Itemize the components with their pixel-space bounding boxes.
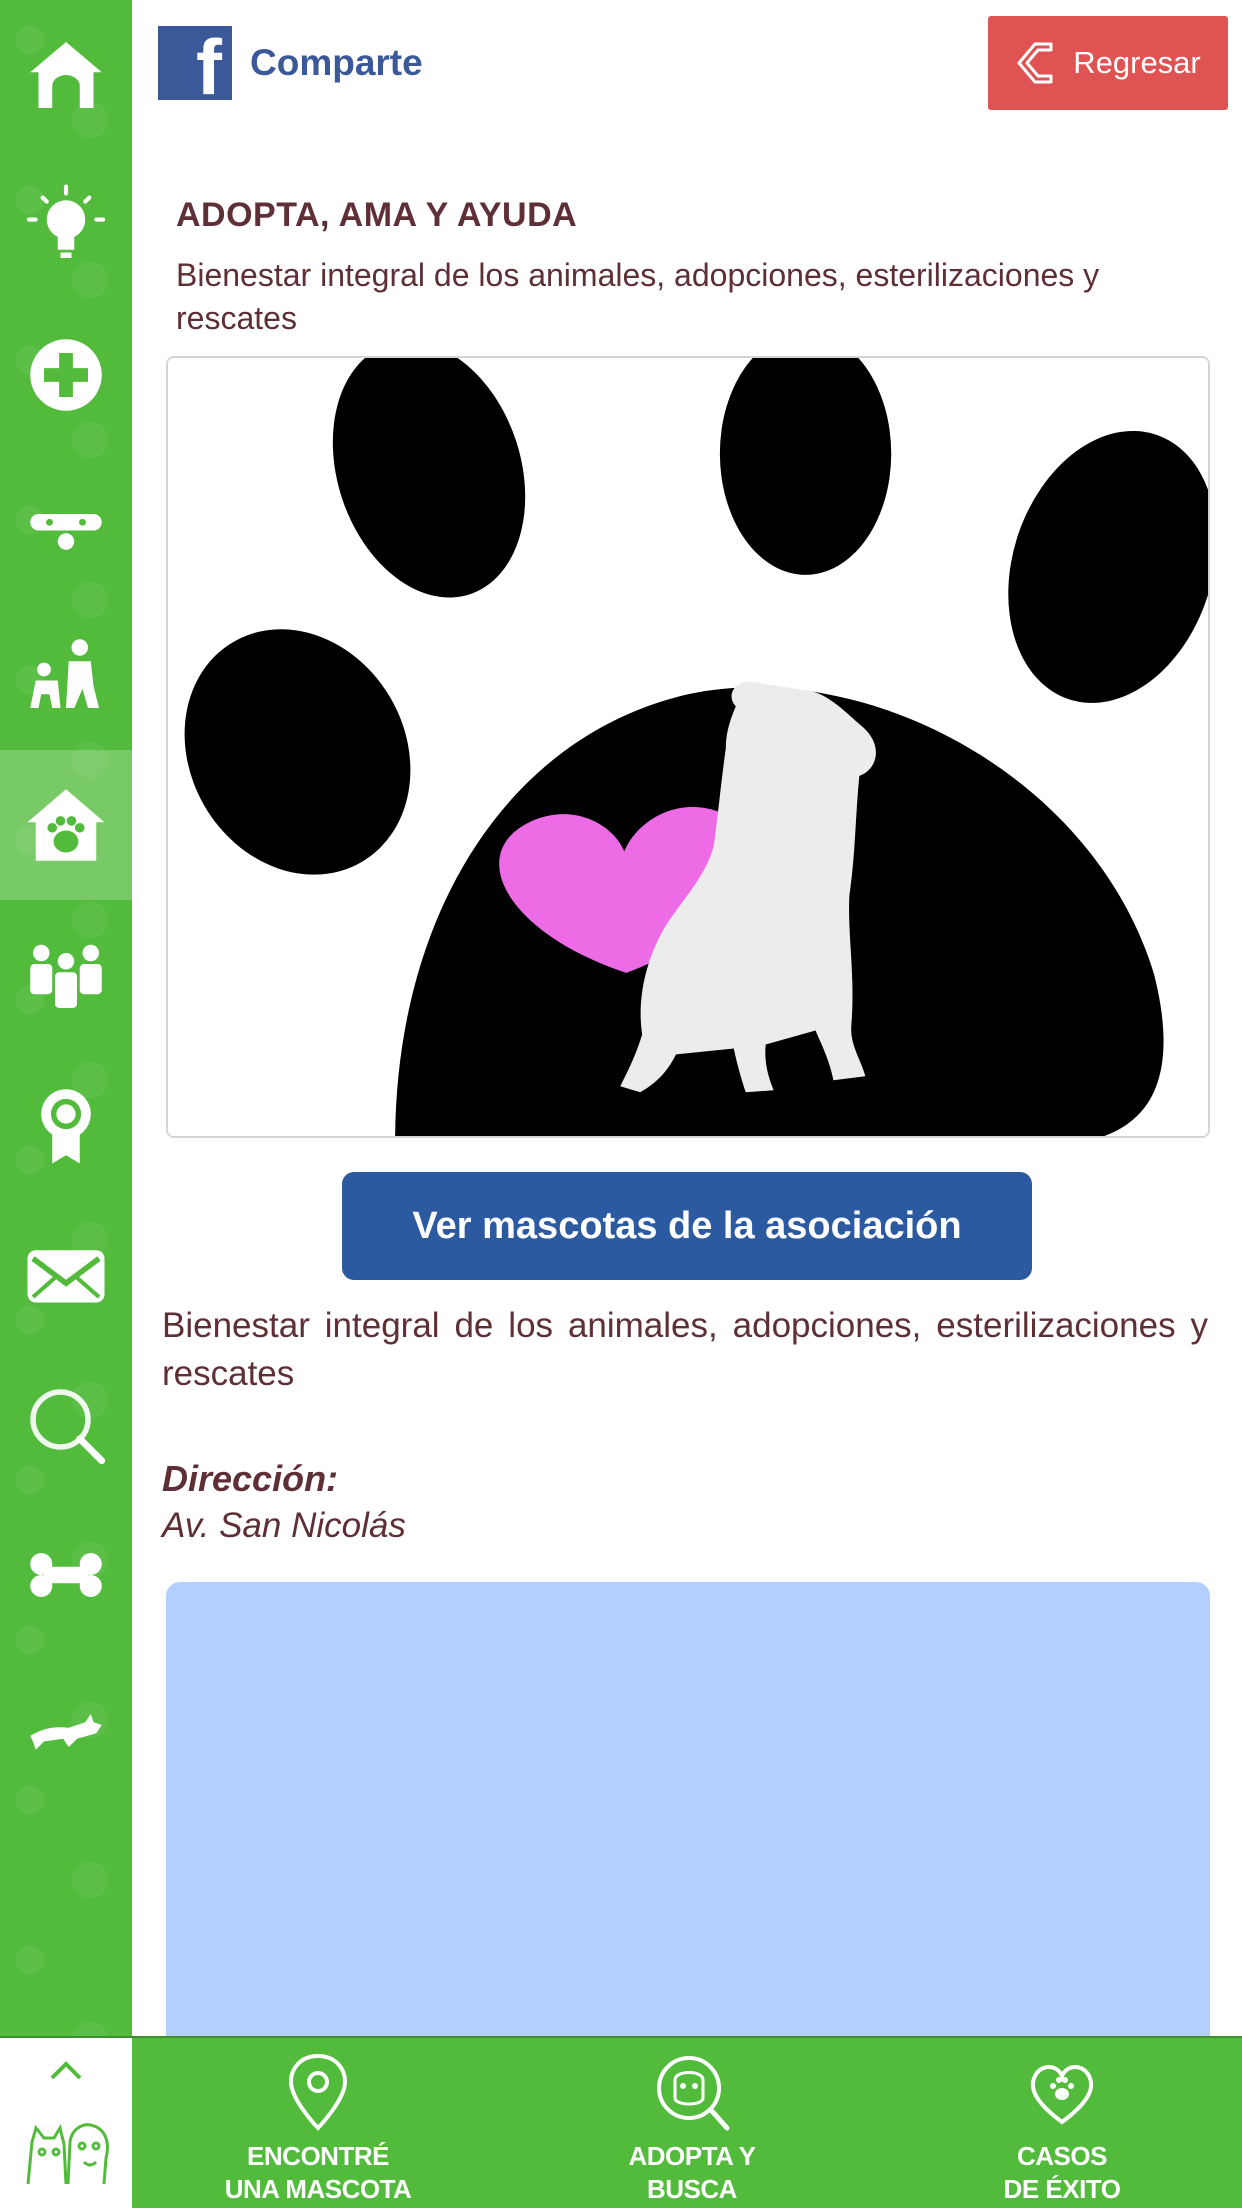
heart-paw-icon <box>1030 2065 1094 2125</box>
address-value: Av. San Nicolás <box>162 1506 406 1545</box>
association-logo-image <box>166 356 1210 1138</box>
association-description: Bienestar integral de los animales, adop… <box>162 1306 1208 1393</box>
bottom-nav-found-pet[interactable]: ENCONTRÉ UNA MASCOTA <box>178 2052 458 2206</box>
share-label: Comparte <box>250 42 423 83</box>
bottom-nav-adopt-label: ADOPTA Y BUSCA <box>628 2141 756 2204</box>
sidebar <box>0 0 132 2036</box>
facebook-icon: f <box>158 26 232 106</box>
association-title: ADOPTA, AMA Y AYUDA <box>176 196 578 234</box>
bottom-nav-success-label: CASOS DE ÉXITO <box>1003 2141 1121 2204</box>
sidebar-item-health[interactable] <box>0 300 132 450</box>
bottom-nav-success[interactable]: CASOS DE ÉXITO <box>922 2052 1202 2206</box>
plus-icon <box>30 339 102 411</box>
sidebar-item-tips[interactable] <box>0 150 132 300</box>
menu-toggle[interactable] <box>0 2038 132 2208</box>
sidebar-item-home[interactable] <box>0 0 132 150</box>
sidebar-item-trainers[interactable] <box>0 600 132 750</box>
person-with-pet-icon <box>30 639 99 708</box>
lightbulb-icon <box>26 184 106 258</box>
bottom-nav-adopt[interactable]: ADOPTA Y BUSCA <box>552 2052 832 2206</box>
dog-collar-icon <box>30 514 102 550</box>
house-icon <box>30 42 102 108</box>
mail-icon <box>27 1250 105 1303</box>
sidebar-item-awards[interactable] <box>0 1050 132 1200</box>
facebook-share-button[interactable]: f Comparte <box>158 26 423 106</box>
award-ribbon-icon <box>41 1089 91 1164</box>
view-pets-button[interactable]: Ver mascotas de la asociación <box>342 1172 1032 1280</box>
people-group-icon <box>30 944 102 1008</box>
bottom-navigation: ENCONTRÉ UNA MASCOTA ADOPTA Y BUSCA CASO… <box>0 2036 1242 2208</box>
sidebar-item-community[interactable] <box>0 900 132 1050</box>
chevron-up-icon <box>50 2061 82 2080</box>
doghouse-paw-icon <box>27 789 105 861</box>
address-label: Dirección: <box>162 1458 339 1499</box>
dog-search-icon <box>657 2056 730 2131</box>
bone-icon <box>30 1553 102 1597</box>
cat-icon <box>30 1714 102 1750</box>
sidebar-item-associations[interactable] <box>0 750 132 900</box>
back-arrow-icon <box>1017 42 1053 84</box>
sidebar-item-cats[interactable] <box>0 1650 132 1800</box>
location-pin-icon <box>288 2053 348 2131</box>
cat-dog-logo-icon <box>26 2123 109 2185</box>
association-subtitle: Bienestar integral de los animales, adop… <box>176 257 1100 336</box>
sidebar-item-food[interactable] <box>0 1500 132 1650</box>
bottom-nav-found-pet-label: ENCONTRÉ UNA MASCOTA <box>224 2141 412 2204</box>
sidebar-item-search[interactable] <box>0 1350 132 1500</box>
search-icon <box>30 1389 106 1465</box>
map-view[interactable] <box>166 1582 1210 2036</box>
sidebar-item-contact[interactable] <box>0 1200 132 1350</box>
back-label: Regresar <box>1073 45 1201 80</box>
back-button[interactable]: Regresar <box>988 16 1228 110</box>
sidebar-item-lost[interactable] <box>0 450 132 600</box>
